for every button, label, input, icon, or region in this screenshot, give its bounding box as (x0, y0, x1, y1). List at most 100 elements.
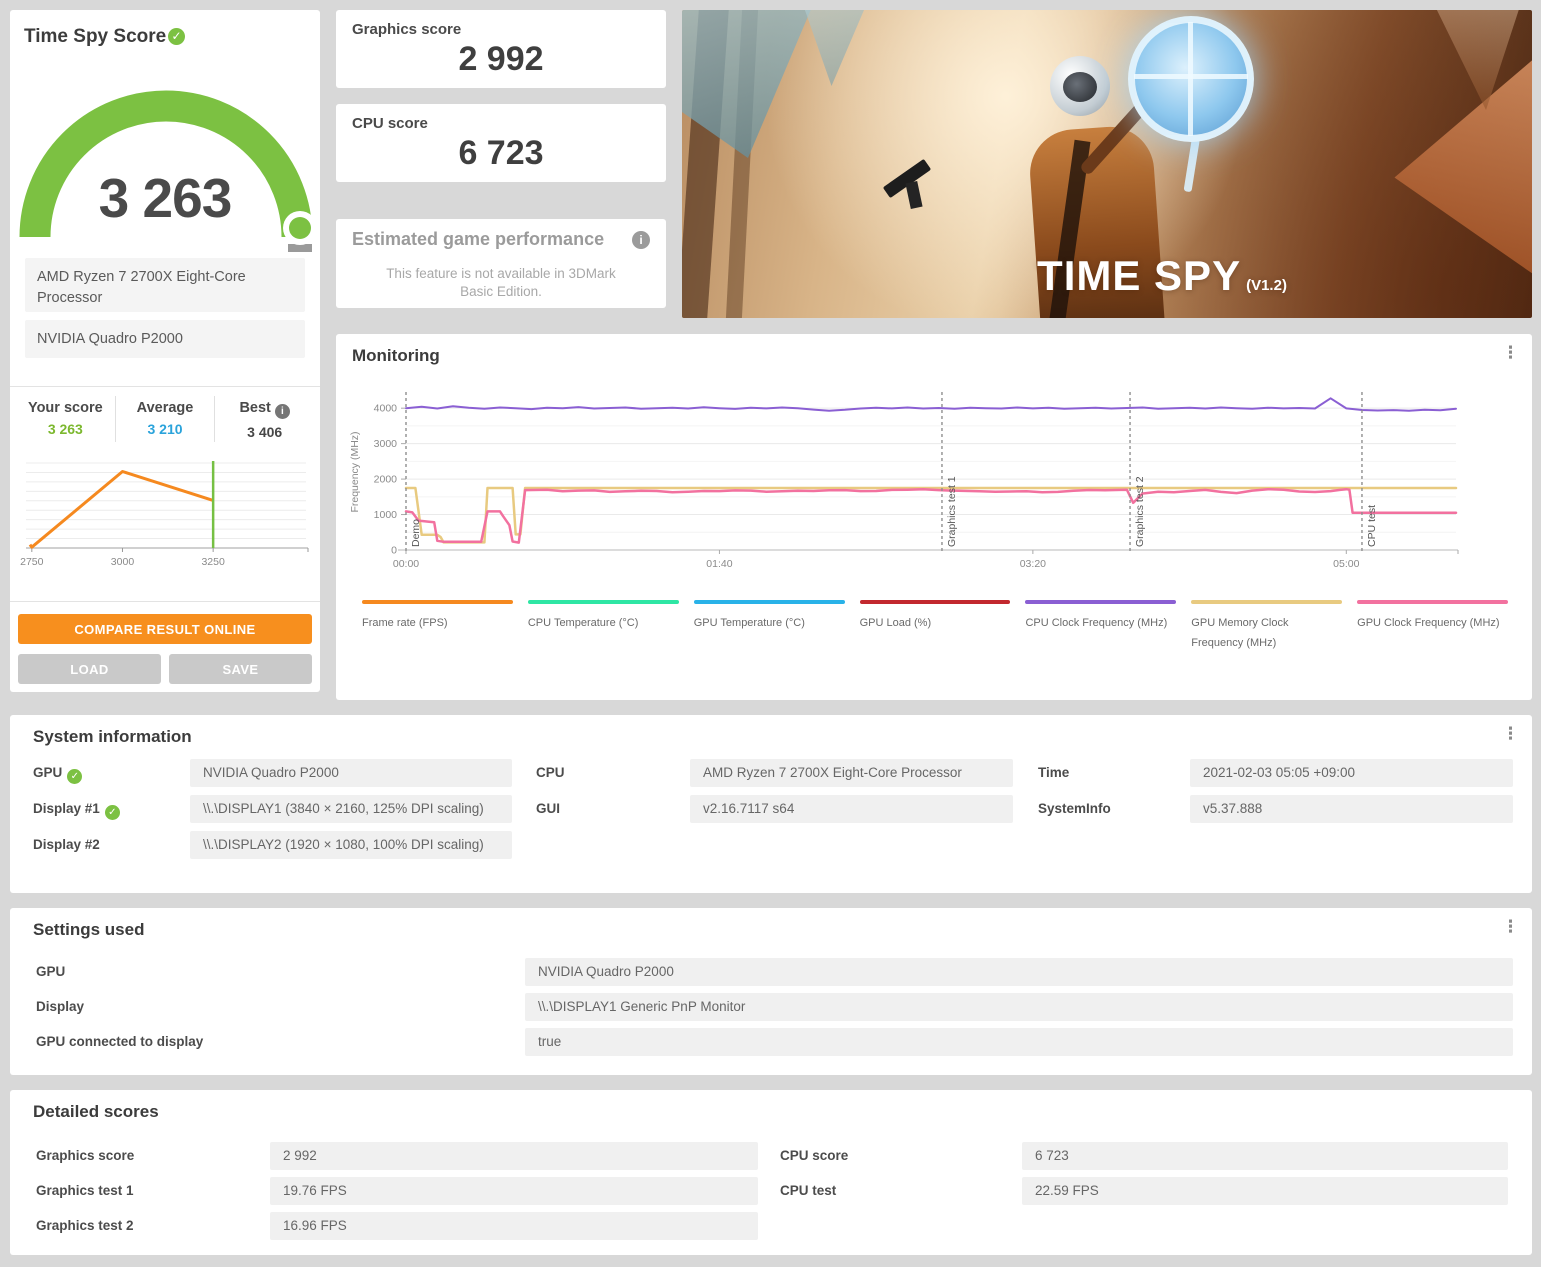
cpu-score-card: CPU score 6 723 (336, 104, 666, 182)
svg-text:2750: 2750 (20, 556, 44, 568)
legend-color-bar (1357, 600, 1509, 604)
kebab-menu-icon[interactable] (1502, 342, 1518, 364)
time-spy-hero-image: TIME SPY (V1.2) (682, 10, 1532, 318)
your-score-label: Your score (27, 400, 103, 416)
graphics-score-label: Graphics score (352, 21, 462, 38)
info-icon[interactable] (632, 231, 650, 249)
compare-result-online-button[interactable]: COMPARE RESULT ONLINE (18, 614, 312, 644)
legend-item[interactable]: GPU Memory Clock Frequency (MHz) (1191, 600, 1343, 654)
systeminfo-row-label: SystemInfo (1038, 801, 1111, 816)
gpu-label-text: GPU (33, 765, 63, 780)
svg-text:00:00: 00:00 (393, 558, 419, 570)
legend-label: Frame rate (FPS) (362, 617, 448, 629)
legend-color-bar (693, 600, 845, 604)
cpu-score-row-value: 6 723 (1022, 1142, 1508, 1170)
legend-label: GPU Clock Frequency (MHz) (1357, 617, 1500, 629)
legend-item[interactable]: GPU Load (%) (859, 600, 1011, 654)
cpu-row-value: AMD Ryzen 7 2700X Eight-Core Processor (690, 759, 1013, 787)
hero-crystal-decor (800, 10, 870, 86)
score-comparison: Your score 3 263 Average 3 210 Best 3 40… (16, 396, 314, 442)
legend-label: CPU Temperature (°C) (527, 617, 639, 629)
cpu-score-value: 6 723 (458, 134, 544, 172)
settings-display-label: Display (36, 999, 85, 1014)
monitoring-legend: Frame rate (FPS) CPU Temperature (°C) GPU … (362, 600, 1509, 654)
your-score-value: 3 263 (47, 421, 83, 437)
average-score-label: Average (136, 400, 194, 416)
gui-row-value: v2.16.7117 s64 (690, 795, 1013, 823)
hero-astronaut-visor (1063, 72, 1097, 102)
best-score-value: 3 406 (247, 424, 283, 440)
save-button[interactable]: SAVE (169, 654, 312, 684)
legend-label: GPU Memory Clock Frequency (MHz) (1191, 617, 1289, 650)
cpu-name-box: AMD Ryzen 7 2700X Eight-Core Processor (25, 258, 305, 312)
hero-astronaut-gun (905, 181, 923, 209)
graphics-score-card: Graphics score 2 992 (336, 10, 666, 88)
average-score-column: Average 3 210 (114, 396, 215, 442)
time-spy-score-panel: Time Spy Score 3 263 AMD Ryzen 7 2700X E… (10, 10, 320, 692)
settings-used-title: Settings used (33, 920, 145, 939)
score-distribution-chart: 2750 3000 3250 (20, 461, 309, 568)
settings-used-panel: Settings used GPU NVIDIA Quadro P2000 Di… (10, 908, 1532, 1075)
legend-item[interactable]: GPU Clock Frequency (MHz) (1357, 600, 1509, 654)
svg-text:3250: 3250 (201, 556, 225, 568)
cpu-test-row-value: 22.59 FPS (1022, 1177, 1508, 1205)
svg-text:03:20: 03:20 (1020, 558, 1046, 570)
gauge-end-notch (288, 244, 312, 252)
settings-gpu-label: GPU (36, 964, 66, 979)
time-row-value: 2021-02-03 05:05 +09:00 (1190, 759, 1513, 787)
graphics-test2-row-label: Graphics test 2 (36, 1218, 134, 1233)
monitoring-panel: Monitoring 0 1000 2000 3000 4000 Frequency (M… (336, 334, 1532, 700)
monitoring-chart: 0 1000 2000 3000 4000 Frequency (MHz) 00:00 01:… (349, 392, 1459, 570)
kebab-menu-icon[interactable] (1502, 916, 1518, 938)
graphics-score-row-label: Graphics score (36, 1148, 135, 1163)
cpu-score-label: CPU score (352, 115, 428, 132)
cpu-row-label: CPU (536, 765, 565, 780)
estimated-game-performance-card: Estimated game performance This feature … (336, 219, 666, 308)
svg-text:Graphics test 2: Graphics test 2 (1134, 476, 1146, 547)
legend-item[interactable]: CPU Clock Frequency (MHz) (1025, 600, 1177, 654)
valid-check-icon (168, 28, 185, 45)
graphics-test2-row-value: 16.96 FPS (270, 1212, 758, 1240)
your-score-column: Your score 3 263 (16, 396, 115, 442)
legend-label: GPU Temperature (°C) (693, 617, 805, 629)
svg-text:2000: 2000 (374, 474, 398, 486)
best-score-label: Best (215, 400, 314, 419)
legend-color-bar (859, 600, 1011, 604)
settings-gpu-value: NVIDIA Quadro P2000 (525, 958, 1513, 986)
load-button[interactable]: LOAD (18, 654, 161, 684)
time-row-label: Time (1038, 765, 1070, 780)
svg-text:4000: 4000 (374, 403, 398, 415)
hero-title-text: TIME SPY (1037, 252, 1242, 299)
svg-text:Graphics test 1: Graphics test 1 (946, 476, 958, 547)
system-information-title: System information (33, 727, 192, 746)
display2-row-value: \\.\DISPLAY2 (1920 × 1080, 100% DPI scal… (190, 831, 512, 859)
gui-row-label: GUI (536, 801, 561, 816)
display1-row-label: Display #1 (33, 795, 120, 823)
legend-item[interactable]: GPU Temperature (°C) (693, 600, 845, 654)
valid-check-icon (67, 769, 83, 784)
divider (10, 386, 320, 387)
graphics-score-row-value: 2 992 (270, 1142, 758, 1170)
estimated-performance-title: Estimated game performance (352, 229, 605, 249)
graphics-score-value: 2 992 (458, 40, 544, 78)
message-line-2: Basic Edition. (460, 283, 542, 299)
hero-lens-crosshair (1188, 22, 1193, 136)
system-information-panel: System information GPU NVIDIA Quadro P20… (10, 715, 1532, 893)
settings-gpu-connected-label: GPU connected to display (36, 1034, 204, 1049)
legend-item[interactable]: CPU Temperature (°C) (527, 600, 679, 654)
hero-version: (V1.2) (1246, 277, 1287, 294)
hero-title: TIME SPY (V1.2) (922, 252, 1402, 300)
legend-color-bar (362, 600, 513, 604)
info-icon[interactable] (274, 404, 290, 419)
svg-text:0: 0 (391, 545, 397, 557)
average-score-value: 3 210 (147, 421, 183, 437)
estimated-performance-message: This feature is not available in 3DMark … (336, 265, 666, 300)
kebab-menu-icon[interactable] (1502, 723, 1518, 745)
legend-item[interactable]: Frame rate (FPS) (362, 600, 513, 654)
best-score-label-text: Best (239, 400, 271, 416)
legend-color-bar (1025, 600, 1177, 604)
gpu-row-value: NVIDIA Quadro P2000 (190, 759, 512, 787)
overall-score: 3 263 (98, 167, 233, 229)
message-line-1: This feature is not available in 3DMark (386, 266, 616, 281)
display2-row-label: Display #2 (33, 837, 100, 852)
